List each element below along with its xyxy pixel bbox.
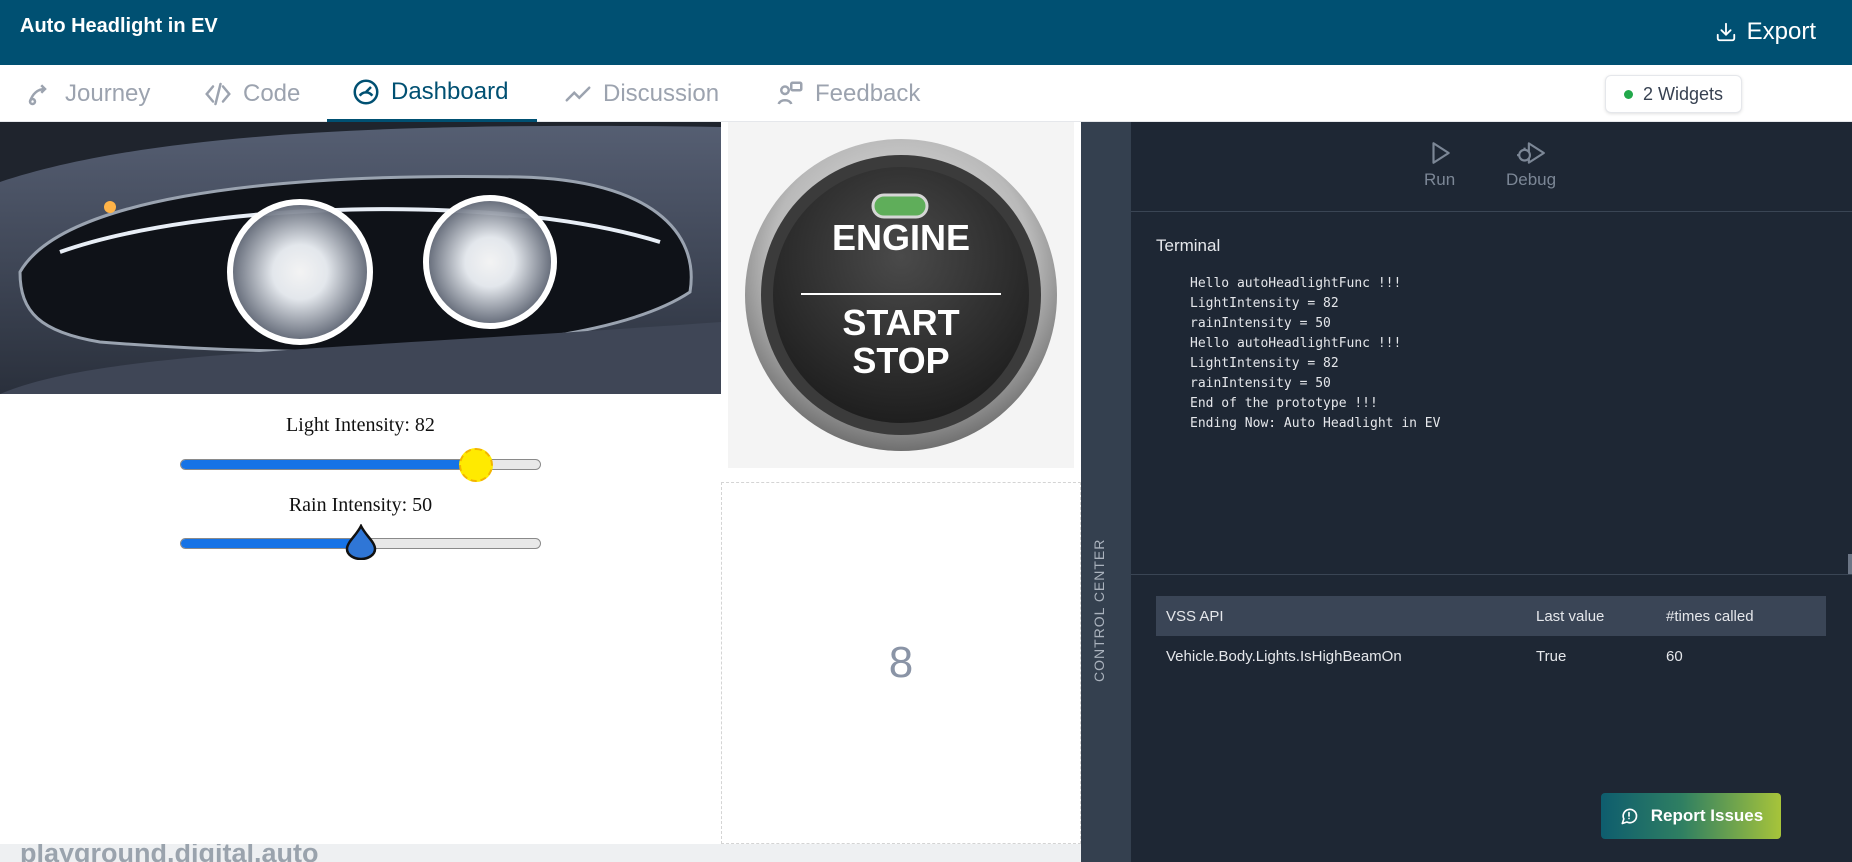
- debug-icon: [1517, 142, 1545, 164]
- export-button[interactable]: Export: [1715, 18, 1816, 46]
- light-intensity-fill: [181, 460, 476, 469]
- table-cell: 60: [1666, 647, 1683, 665]
- code-icon: [205, 82, 231, 105]
- terminal-line: LightIntensity = 82: [1190, 296, 1339, 311]
- dashboard-icon: [353, 79, 379, 105]
- slider-panel: Light Intensity: 82 Rain Intensity: 50: [0, 394, 721, 844]
- control-center-label: CONTROL CENTER: [1091, 538, 1107, 682]
- table-cell: True: [1536, 647, 1567, 665]
- status-dot-icon: [1624, 89, 1633, 99]
- light-intensity-label: Light Intensity: 82: [286, 414, 435, 436]
- engine-start-stop-button[interactable]: ENGINE START STOP: [728, 122, 1074, 468]
- stop-label: STOP: [852, 340, 950, 381]
- run-label: Run: [1424, 170, 1456, 189]
- footer: playground.digital.auto: [0, 844, 1081, 862]
- table-header: VSS API Last value #times called: [1156, 596, 1826, 636]
- column-header: #times called: [1666, 607, 1754, 625]
- tab-code[interactable]: Code: [203, 65, 300, 122]
- vss-api-table: VSS API Last value #times called Vehicle…: [1156, 596, 1826, 676]
- tab-dashboard[interactable]: Dashboard: [327, 65, 537, 122]
- tab-dashboard-label: Dashboard: [391, 78, 509, 105]
- divider: [1131, 574, 1852, 575]
- footer-brand: playground.digital.auto: [20, 844, 319, 862]
- tab-journey[interactable]: Journey: [25, 65, 150, 122]
- download-icon: [1716, 22, 1735, 42]
- start-label: START: [842, 302, 960, 343]
- terminal-line: Hello autoHeadlightFunc !!!: [1190, 336, 1402, 351]
- control-center-panel: Run Debug Terminal Hello autoHeadlightFu…: [1131, 122, 1852, 862]
- water-drop-icon[interactable]: [344, 524, 378, 560]
- terminal-title: Terminal: [1156, 236, 1221, 255]
- table-row: Vehicle.Body.Lights.IsHighBeamOn True 60: [1156, 636, 1826, 676]
- tab-feedback[interactable]: Feedback: [775, 65, 920, 122]
- debug-button[interactable]: Debug: [1506, 140, 1556, 190]
- engine-label: ENGINE: [831, 217, 971, 258]
- app-header: Auto Headlight in EV Export: [0, 0, 1852, 65]
- column-header: Last value: [1536, 607, 1605, 625]
- message-alert-icon: [1621, 808, 1638, 825]
- tab-journey-label: Journey: [65, 79, 151, 107]
- debug-label: Debug: [1506, 170, 1557, 189]
- rain-intensity-fill: [181, 539, 361, 548]
- terminal-output[interactable]: Hello autoHeadlightFunc !!! LightIntensi…: [1156, 262, 1836, 552]
- run-button[interactable]: Run: [1424, 140, 1455, 190]
- tab-discussion-label: Discussion: [603, 79, 720, 107]
- terminal-scrollbar[interactable]: [1848, 554, 1852, 574]
- tab-feedback-label: Feedback: [815, 79, 921, 107]
- chart-line-icon: [565, 86, 591, 101]
- terminal-line: Hello autoHeadlightFunc !!!: [1190, 276, 1402, 291]
- report-issues-button[interactable]: Report Issues: [1601, 793, 1781, 839]
- run-toolbar: Run Debug: [1131, 122, 1852, 212]
- sun-icon[interactable]: [459, 448, 494, 482]
- terminal-line: Ending Now: Auto Headlight in EV: [1190, 416, 1441, 431]
- export-label: Export: [1746, 18, 1816, 45]
- app-title: Auto Headlight in EV: [20, 15, 218, 37]
- widgets-badge-label: 2 Widgets: [1643, 83, 1724, 104]
- value-widget: 8: [721, 482, 1081, 844]
- tab-bar: Journey Code Dashboard Discussion Feedba…: [0, 65, 1852, 122]
- feedback-icon: [777, 81, 803, 105]
- column-header: VSS API: [1166, 607, 1224, 625]
- rain-intensity-label: Rain Intensity: 50: [288, 494, 433, 516]
- tab-code-label: Code: [243, 79, 301, 107]
- terminal-line: End of the prototype !!!: [1190, 396, 1378, 411]
- play-icon: [1432, 142, 1450, 164]
- control-center-toggle[interactable]: CONTROL CENTER: [1081, 122, 1131, 862]
- table-cell: Vehicle.Body.Lights.IsHighBeamOn: [1166, 647, 1402, 665]
- terminal-line: rainIntensity = 50: [1190, 316, 1331, 331]
- value-display: 8: [888, 638, 914, 687]
- journey-icon: [28, 83, 47, 105]
- widgets-badge[interactable]: 2 Widgets: [1605, 75, 1743, 113]
- terminal-line: rainIntensity = 50: [1190, 376, 1331, 391]
- tab-discussion[interactable]: Discussion: [563, 65, 719, 122]
- report-issues-label: Report Issues: [1650, 806, 1764, 825]
- terminal-line: LightIntensity = 82: [1190, 356, 1339, 371]
- headlight-image: [0, 122, 721, 394]
